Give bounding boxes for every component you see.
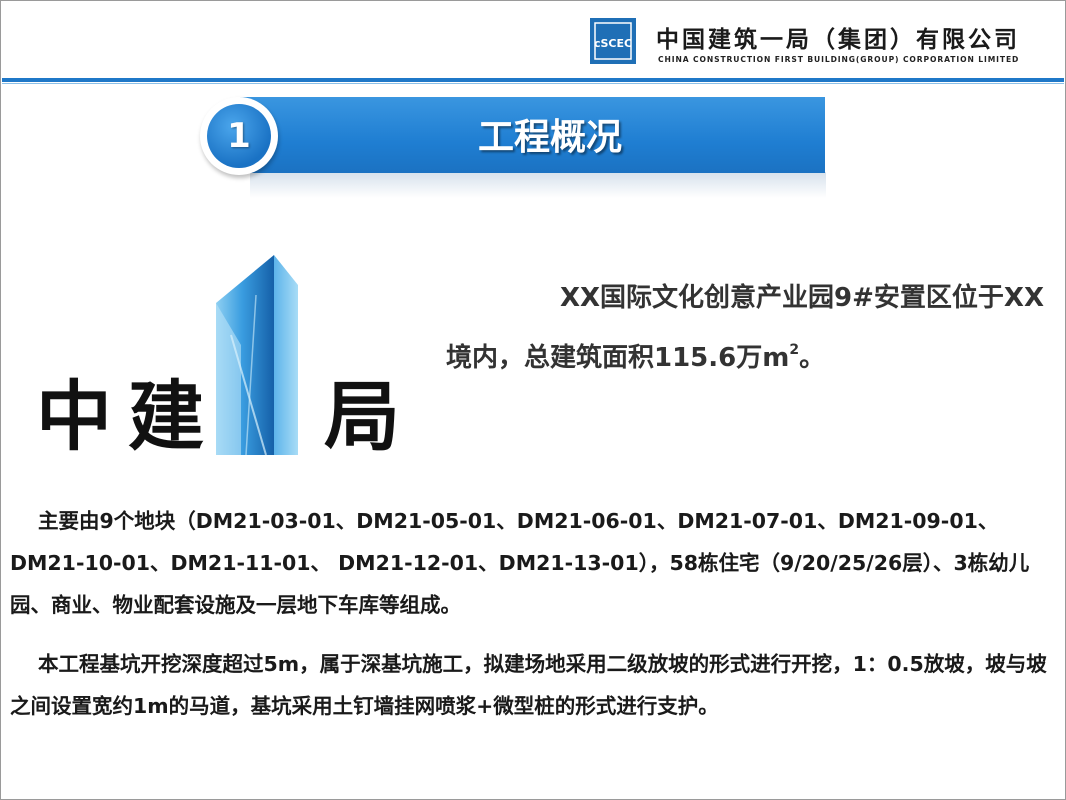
- cscec-logo-icon: cSCEC: [590, 18, 636, 64]
- intro-line-1: XX国际文化创意产业园9#安置区位于XX: [559, 283, 1044, 313]
- header-divider: [2, 78, 1064, 82]
- svg-text:cSCEC: cSCEC: [594, 37, 632, 50]
- company-name-en: CHINA CONSTRUCTION FIRST BUILDING(GROUP)…: [658, 55, 1020, 64]
- section-number: 1: [227, 116, 251, 156]
- section-number-badge: 1: [207, 104, 271, 168]
- cscec-first-bureau-logo: 中 建 局: [36, 255, 400, 461]
- logo-char-ju: 局: [324, 372, 400, 461]
- section-title: 工程概况: [477, 117, 622, 158]
- intro-line-2-end: 。: [799, 343, 826, 373]
- banner-reflection: [250, 172, 826, 198]
- intro-line-2: 境内，总建筑面积115.6万m2。: [440, 324, 1048, 384]
- intro-superscript: 2: [789, 342, 800, 358]
- company-name-cn: 中国建筑一局（集团）有限公司: [656, 27, 1020, 53]
- logo-char-zhong: 中: [36, 372, 112, 461]
- project-intro: XX国际文化创意产业园9#安置区位于XX 境内，总建筑面积115.6万m2。: [440, 272, 1048, 384]
- logo-char-jian: 建: [128, 372, 204, 461]
- paragraph-excavation: 本工程基坑开挖深度超过5m，属于深基坑施工，拟建场地采用二级放坡的形式进行开挖，…: [10, 652, 1047, 718]
- intro-line-2-text: 境内，总建筑面积115.6万m: [446, 343, 790, 373]
- header-divider-light: [2, 83, 1064, 84]
- paragraph-composition: 主要由9个地块（DM21-03-01、DM21-05-01、DM21-06-01…: [10, 509, 1030, 617]
